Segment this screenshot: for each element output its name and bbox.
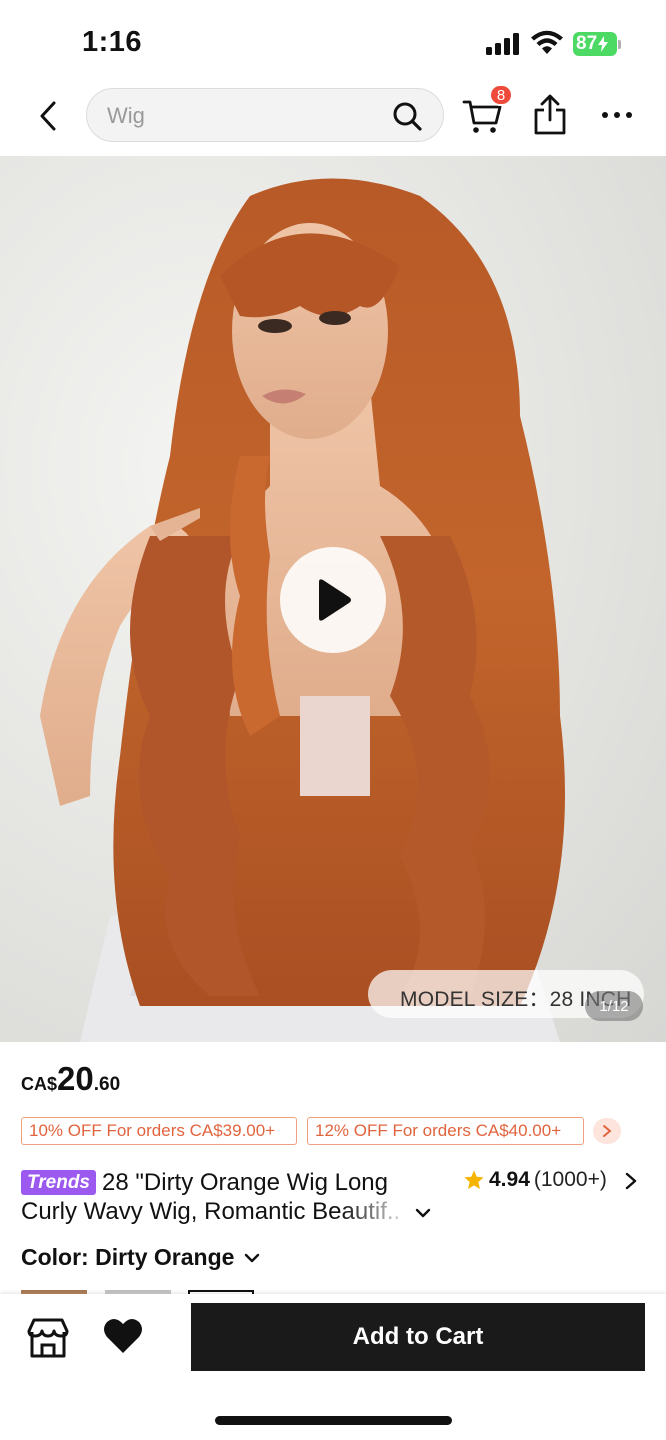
product-image-carousel[interactable]: MODEL SIZE：28 INCH 1/12 [0, 156, 666, 1042]
trends-badge: Trends [21, 1170, 97, 1195]
search-icon[interactable] [391, 100, 423, 132]
product-title-line1: 28 "Dirty Orange Wig Long [102, 1169, 388, 1196]
coupons-more-button[interactable] [593, 1118, 621, 1144]
more-icon[interactable] [600, 108, 634, 122]
color-selector[interactable]: Color: Dirty Orange [21, 1244, 260, 1271]
price-currency: CA$ [21, 1074, 58, 1094]
search-input[interactable]: Wig [86, 88, 444, 142]
status-bar: 1:16 87 [0, 0, 666, 80]
back-button[interactable] [30, 96, 66, 136]
chevron-right-icon [603, 1125, 612, 1137]
star-icon [464, 1170, 484, 1189]
wifi-icon [531, 30, 563, 54]
battery-icon: 87 [573, 32, 617, 56]
heart-icon[interactable] [102, 1316, 144, 1356]
play-video-button[interactable] [280, 547, 386, 653]
share-icon[interactable] [530, 94, 570, 136]
coupon-tag[interactable]: 12% OFF For orders CA$40.00+ [307, 1117, 584, 1145]
rating-score: 4.94 [489, 1168, 530, 1191]
back-chevron-icon [40, 101, 56, 131]
expand-title-chevron-icon[interactable] [414, 1206, 432, 1220]
battery-cap [618, 40, 621, 49]
rating-summary[interactable]: 4.94 (1000+) [463, 1168, 607, 1192]
chevron-down-icon [245, 1253, 260, 1262]
signal-icon [486, 33, 522, 55]
bottom-action-bar: Add to Cart [0, 1294, 666, 1440]
rating-count: (1000+) [533, 1168, 607, 1191]
product-title[interactable]: Trends 28 "Dirty Orange Wig Long Curly Wa… [21, 1168, 441, 1226]
cart-badge: 8 [489, 84, 513, 106]
product-title-line2-wrap: Curly Wavy Wig, Romantic Beautif.. [21, 1197, 421, 1226]
status-time: 1:16 [82, 26, 143, 58]
play-icon [319, 579, 351, 621]
home-indicator [215, 1416, 452, 1425]
title-fade [341, 1197, 421, 1226]
image-counter: 1/12 [585, 991, 643, 1021]
product-price: CA$ 20 .60 [21, 1060, 120, 1098]
price-cents: .60 [93, 1074, 121, 1095]
color-label: Color: Dirty Orange [21, 1244, 235, 1270]
search-placeholder: Wig [107, 103, 145, 128]
charging-bolt-icon [598, 36, 609, 52]
coupon-tag[interactable]: 10% OFF For orders CA$39.00+ [21, 1117, 297, 1145]
rating-chevron-right-icon[interactable] [624, 1171, 638, 1191]
top-nav: Wig 8 [0, 80, 666, 154]
battery-level: 87 [576, 33, 598, 54]
price-main: 20 [57, 1060, 94, 1097]
store-icon[interactable] [26, 1316, 70, 1360]
add-to-cart-button[interactable]: Add to Cart [191, 1303, 645, 1371]
